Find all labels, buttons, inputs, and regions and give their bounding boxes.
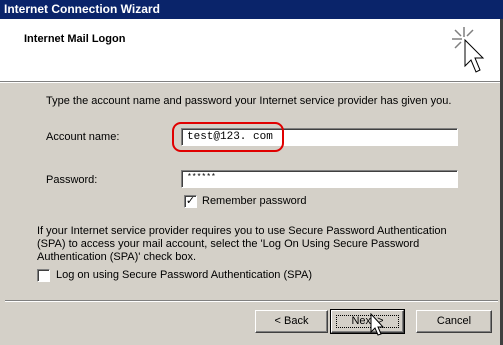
password-input[interactable]: ****** xyxy=(181,170,458,188)
remember-password-label[interactable]: Remember password xyxy=(202,195,307,207)
password-value: ****** xyxy=(187,173,216,182)
header-divider-highlight xyxy=(0,82,503,83)
remember-password-checkbox[interactable]: ✓ xyxy=(184,195,197,208)
title-bar[interactable]: Internet Connection Wizard xyxy=(0,0,503,19)
focus-rect xyxy=(336,315,399,328)
check-icon: ✓ xyxy=(185,195,196,207)
footer-divider-highlight xyxy=(5,301,498,302)
spa-checkbox-label[interactable]: Log on using Secure Password Authenticat… xyxy=(56,269,312,281)
mouse-pointer-icon xyxy=(370,313,385,336)
spa-info-line1: If your Internet service provider requir… xyxy=(37,225,447,237)
cancel-button[interactable]: Cancel xyxy=(416,310,492,333)
back-button[interactable]: < Back xyxy=(255,310,328,333)
intro-text: Type the account name and password your … xyxy=(46,95,452,107)
wizard-window: Internet Connection Wizard Internet Mail… xyxy=(0,0,503,345)
account-name-label: Account name: xyxy=(46,131,120,143)
wizard-star-cursor-icon xyxy=(452,27,485,73)
spa-info-line3: Authentication (SPA)' check box. xyxy=(37,251,197,263)
page-title: Internet Mail Logon xyxy=(24,33,126,45)
spa-checkbox[interactable] xyxy=(37,269,50,282)
window-title: Internet Connection Wizard xyxy=(4,2,160,16)
back-button-label: < Back xyxy=(274,315,309,327)
next-button[interactable]: Next > xyxy=(330,309,405,334)
cancel-button-label: Cancel xyxy=(436,315,472,327)
spa-info-line2: (SPA) to access your mail account, selec… xyxy=(37,238,420,250)
red-highlight-annotation xyxy=(172,122,284,152)
wizard-header: Internet Mail Logon xyxy=(0,19,503,81)
password-label: Password: xyxy=(46,174,98,186)
